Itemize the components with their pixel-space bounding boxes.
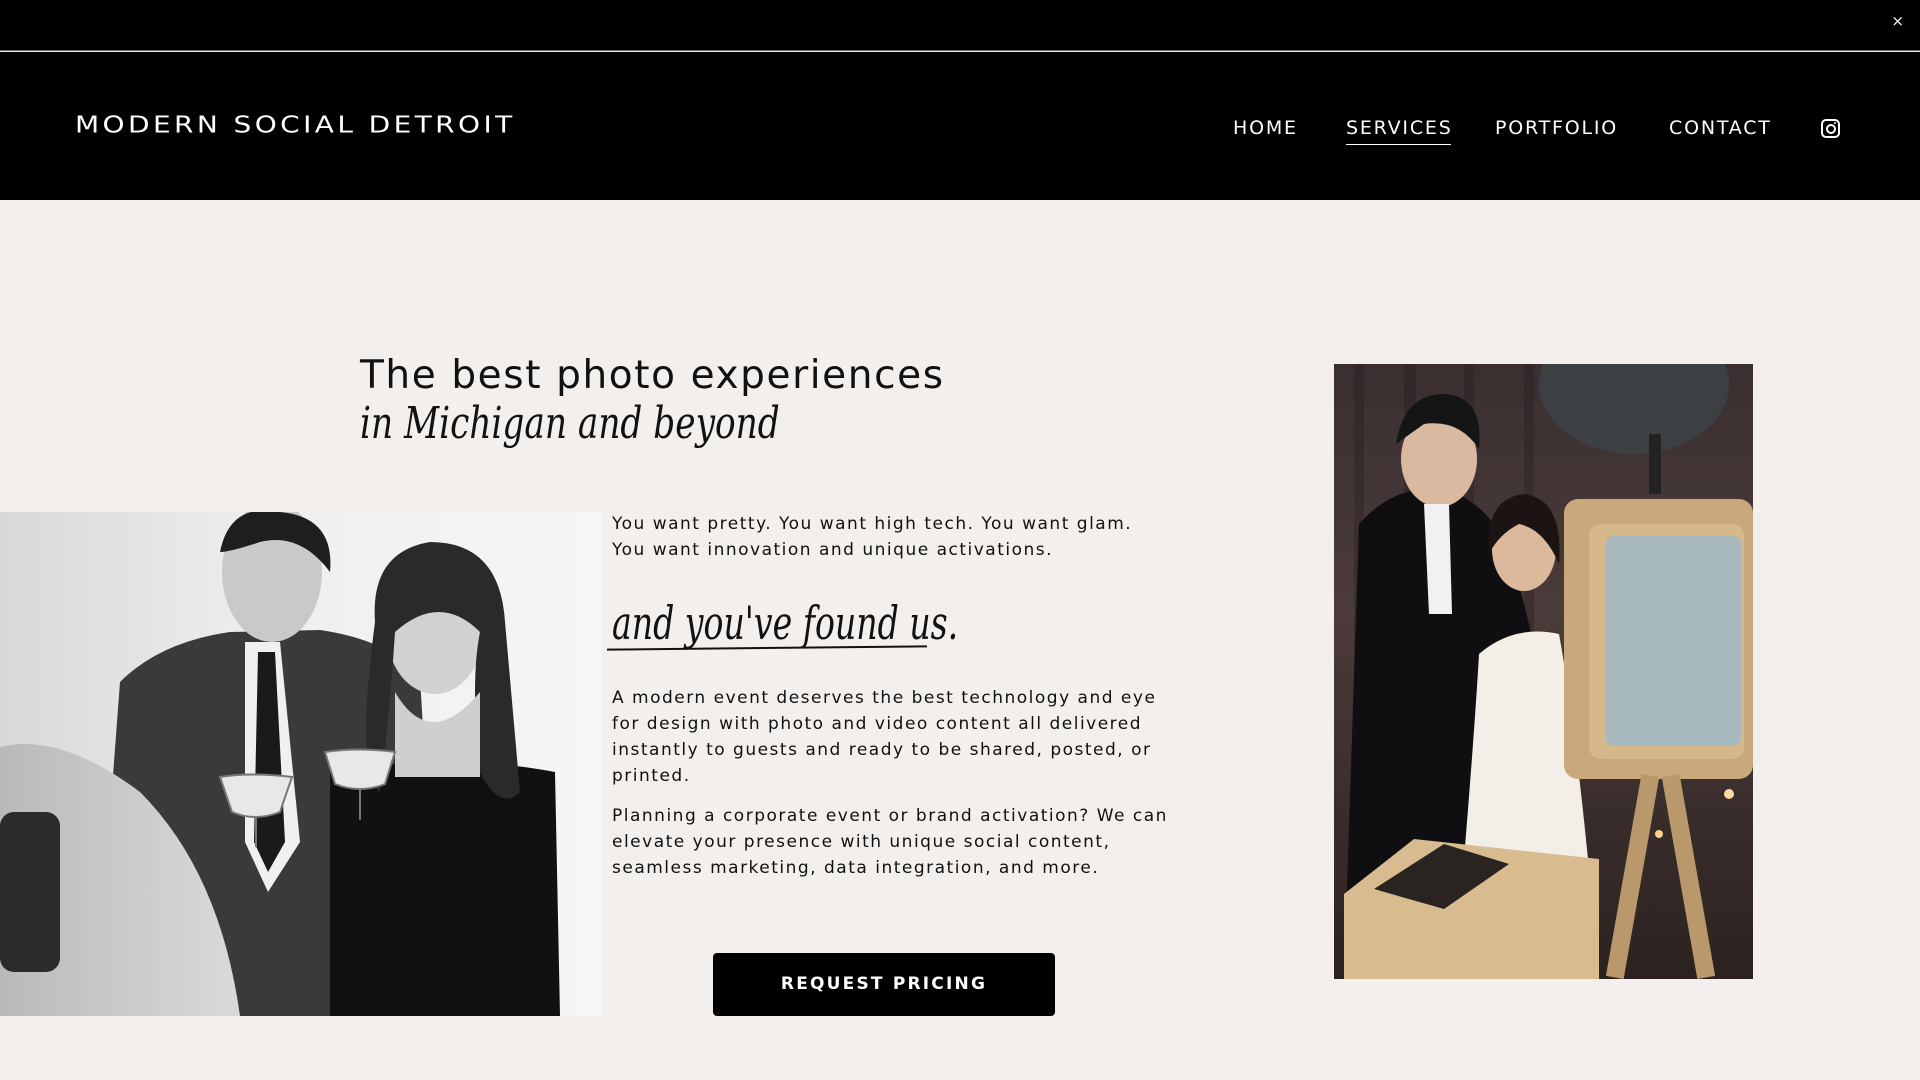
close-icon[interactable]: ×	[1891, 11, 1904, 31]
intro-text: You want pretty. You want high tech. You…	[612, 514, 1133, 560]
couple-photo-left	[0, 512, 601, 1016]
body-paragraph-1: A modern event deserves the best technol…	[612, 688, 1157, 786]
photo-booth-illustration	[1344, 364, 1753, 979]
request-pricing-button[interactable]: REQUEST PRICING	[713, 953, 1055, 1016]
photo-booth-image	[1334, 364, 1753, 979]
nav-services[interactable]: SERVICES	[1346, 112, 1453, 145]
body-paragraph-2: Planning a corporate event or brand acti…	[612, 806, 1168, 878]
site-header: MODERN SOCIAL DETROIT HOME SERVICES PORT…	[0, 52, 1920, 200]
nav-portfolio[interactable]: PORTFOLIO	[1495, 112, 1618, 144]
couple-photo-illustration	[0, 512, 560, 1016]
hero-heading-script: in Michigan and beyond	[360, 398, 780, 449]
hero-heading: The best photo experiences	[360, 353, 945, 398]
announcement-bar: ×	[0, 0, 1920, 51]
tagline-script: and you've found us.	[612, 596, 959, 650]
main-nav: HOME SERVICES PORTFOLIO CONTACT	[0, 112, 1920, 145]
instagram-icon[interactable]	[1821, 119, 1840, 138]
nav-contact[interactable]: CONTACT	[1669, 112, 1772, 144]
nav-home[interactable]: HOME	[1233, 112, 1298, 144]
